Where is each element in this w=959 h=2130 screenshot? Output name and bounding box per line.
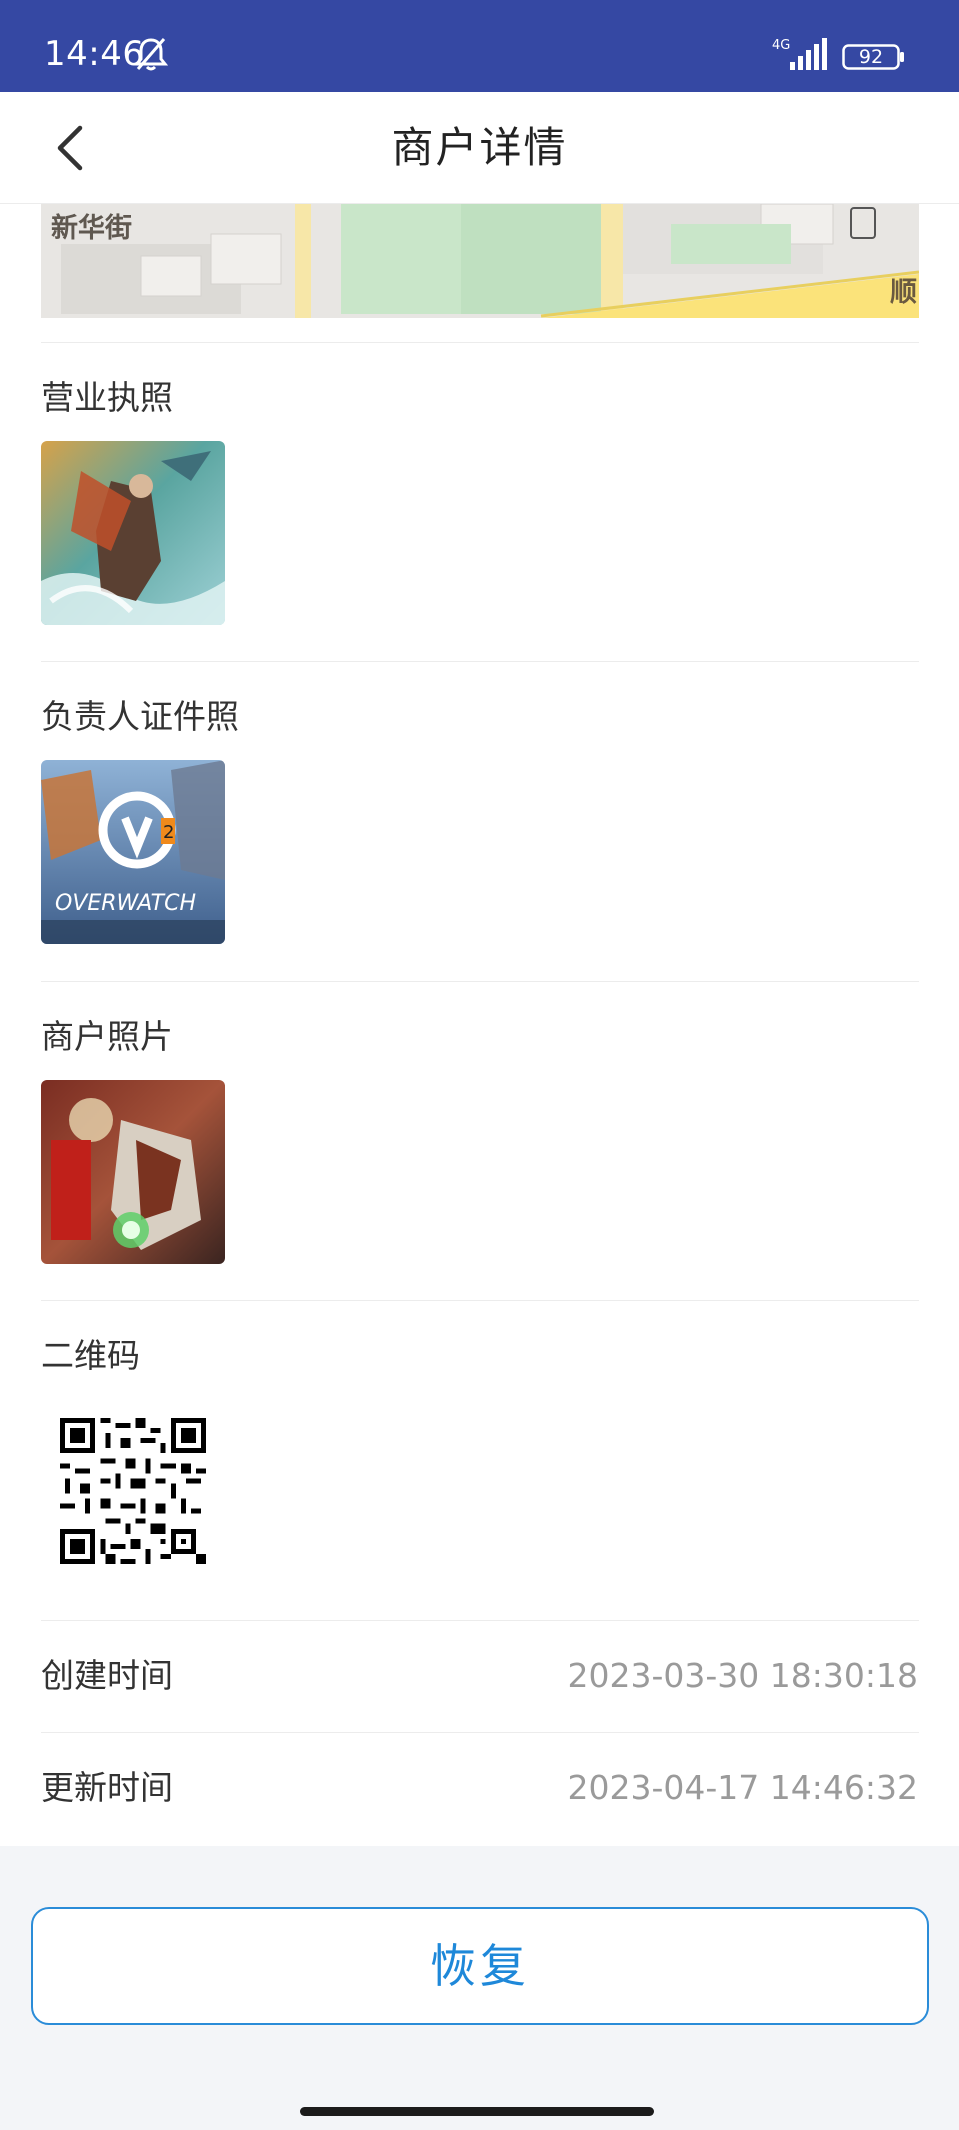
divider bbox=[41, 1300, 919, 1301]
svg-text:2: 2 bbox=[163, 822, 174, 843]
location-map[interactable]: 新华街 顺 bbox=[41, 204, 919, 318]
nav-bar: 商户详情 bbox=[0, 92, 959, 204]
signal-icon: 4G bbox=[772, 38, 827, 70]
merchant-photo-picture bbox=[41, 1080, 225, 1264]
divider bbox=[41, 1732, 919, 1733]
restore-button[interactable]: 恢复 bbox=[31, 1907, 929, 2025]
divider bbox=[41, 342, 919, 343]
created-time-value: 2023-03-30 18:30:18 bbox=[567, 1656, 918, 1695]
status-bar: 14:46 4G 92 bbox=[0, 0, 959, 92]
map-image bbox=[41, 204, 919, 318]
home-indicator[interactable] bbox=[300, 2107, 654, 2116]
business-license-label: 营业执照 bbox=[41, 378, 173, 417]
updated-time-value: 2023-04-17 14:46:32 bbox=[567, 1768, 918, 1807]
svg-text:OVERWATCH: OVERWATCH bbox=[55, 891, 196, 916]
battery-level: 92 bbox=[858, 46, 884, 68]
qr-code-label: 二维码 bbox=[41, 1336, 140, 1375]
map-street-label: 新华街 bbox=[51, 213, 132, 244]
business-license-picture bbox=[41, 441, 225, 625]
divider bbox=[41, 1620, 919, 1621]
divider bbox=[41, 981, 919, 982]
svg-text:4G: 4G bbox=[772, 38, 790, 53]
divider bbox=[41, 661, 919, 662]
bell-off-icon bbox=[134, 38, 168, 71]
merchant-photo-label: 商户照片 bbox=[41, 1017, 173, 1056]
qr-code-image[interactable] bbox=[60, 1418, 206, 1564]
id-photo-label: 负责人证件照 bbox=[41, 697, 239, 736]
id-photo-image[interactable]: 2 OVERWATCH bbox=[41, 760, 225, 944]
chevron-left-icon[interactable] bbox=[50, 122, 90, 174]
map-street-label: 顺 bbox=[890, 277, 917, 308]
battery-indicator: 92 bbox=[842, 44, 906, 70]
status-time: 14:46 bbox=[44, 34, 145, 74]
updated-time-label: 更新时间 bbox=[41, 1768, 173, 1807]
id-photo-picture: 2 OVERWATCH bbox=[41, 760, 225, 944]
created-time-label: 创建时间 bbox=[41, 1656, 173, 1695]
page-title: 商户详情 bbox=[391, 123, 568, 172]
business-license-image[interactable] bbox=[41, 441, 225, 625]
merchant-photo-image[interactable] bbox=[41, 1080, 225, 1264]
